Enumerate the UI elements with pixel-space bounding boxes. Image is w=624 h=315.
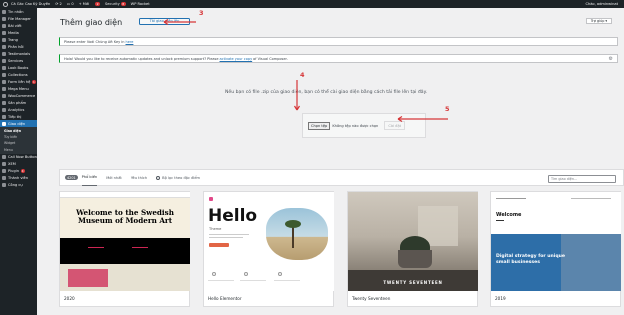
annotation-label-4: 4 xyxy=(300,71,305,79)
annotation-label-3: 3 xyxy=(199,9,204,17)
annotation-arrows xyxy=(163,18,448,123)
annotation-label-5: 5 xyxy=(445,105,450,113)
